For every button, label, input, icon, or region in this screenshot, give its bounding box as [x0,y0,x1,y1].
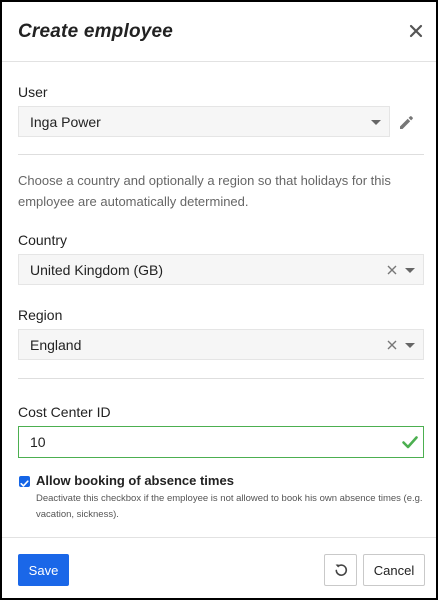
save-button[interactable]: Save [18,554,69,586]
cost-center-label: Cost Center ID [18,404,111,420]
footer-divider [2,537,436,538]
chevron-down-icon[interactable] [405,268,415,273]
allow-absence-label[interactable]: Allow booking of absence times [36,473,234,488]
cancel-button[interactable]: Cancel [363,554,425,586]
reset-button[interactable] [324,554,357,586]
dialog-title: Create employee [18,21,174,42]
country-label: Country [18,232,68,248]
cost-center-field[interactable] [18,426,424,458]
region-select[interactable]: England [18,329,424,360]
holiday-hint-text: Choose a country and optionally a region… [18,173,391,209]
check-icon [20,480,29,487]
chevron-down-icon[interactable] [371,120,381,125]
allow-absence-help-text: Deactivate this checkbox if the employee… [36,493,423,520]
clear-icon[interactable] [387,340,397,350]
country-select-value: United Kingdom (GB) [30,262,164,278]
cost-center-input[interactable] [19,427,389,457]
user-select-value: Inga Power [30,114,101,130]
chevron-down-icon[interactable] [405,343,415,348]
undo-icon [335,564,347,576]
divider [18,378,424,379]
allow-absence-checkbox[interactable] [19,476,30,487]
divider [18,154,424,155]
region-select-value: England [30,337,82,353]
checkmark-icon [402,436,418,449]
dialog-header: Create employee [2,2,436,62]
country-select[interactable]: United Kingdom (GB) [18,254,424,285]
close-icon[interactable] [407,22,425,40]
user-label: User [18,84,48,100]
user-select[interactable]: Inga Power [18,106,390,137]
create-employee-dialog: Create employee User Inga Power Choose a… [0,0,438,600]
region-label: Region [18,307,63,323]
pencil-icon[interactable] [392,108,420,136]
clear-icon[interactable] [387,265,397,275]
